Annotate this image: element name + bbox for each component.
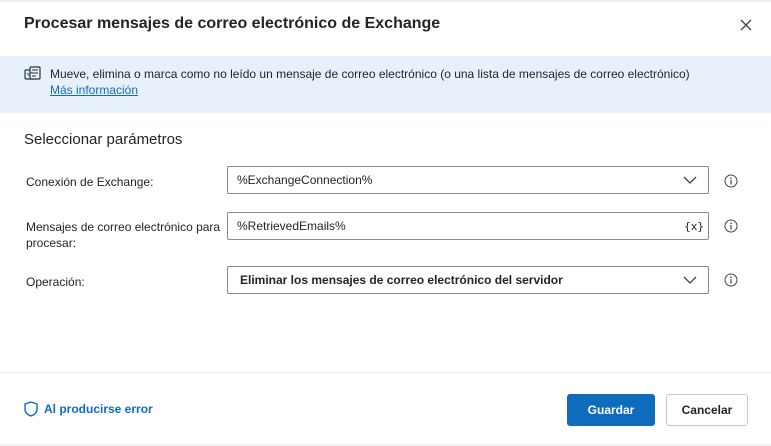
info-help-icon[interactable]: [724, 219, 738, 233]
info-description: Mueve, elimina o marca como no leído un …: [50, 67, 690, 81]
chevron-down-icon[interactable]: [676, 167, 704, 193]
more-info-link[interactable]: Más información: [50, 83, 138, 97]
save-button[interactable]: Guardar: [567, 394, 655, 426]
exchange-connection-value: %ExchangeConnection%: [237, 173, 373, 187]
footer-divider: [0, 372, 771, 373]
info-help-icon[interactable]: [724, 273, 738, 287]
close-button[interactable]: [735, 14, 757, 36]
exchange-action-icon: [24, 66, 41, 80]
emails-to-process-value: %RetrievedEmails%: [237, 219, 346, 233]
chevron-down-icon[interactable]: [676, 267, 704, 293]
info-help-icon[interactable]: [724, 174, 738, 188]
dialog: Procesar mensajes de correo electrónico …: [0, 0, 771, 446]
variable-picker-button[interactable]: {x}: [684, 220, 704, 233]
exchange-connection-label: Conexión de Exchange:: [26, 175, 154, 189]
on-error-button[interactable]: Al producirse error: [24, 401, 153, 417]
info-banner: Mueve, elimina o marca como no leído un …: [0, 56, 771, 113]
operation-label: Operación:: [26, 275, 85, 289]
emails-to-process-input[interactable]: %RetrievedEmails% {x}: [227, 212, 709, 240]
shield-icon: [24, 401, 38, 417]
dialog-title: Procesar mensajes de correo electrónico …: [24, 15, 441, 32]
top-edge: [0, 0, 771, 2]
section-title: Seleccionar parámetros: [24, 131, 183, 148]
cancel-button[interactable]: Cancelar: [666, 394, 748, 426]
exchange-connection-dropdown[interactable]: %ExchangeConnection%: [227, 166, 709, 194]
on-error-label: Al producirse error: [44, 402, 153, 416]
close-icon: [740, 19, 752, 31]
emails-to-process-label: Mensajes de correo electrónico para proc…: [26, 220, 221, 250]
operation-dropdown[interactable]: Eliminar los mensajes de correo electrón…: [227, 266, 709, 294]
operation-value: Eliminar los mensajes de correo electrón…: [240, 273, 563, 287]
